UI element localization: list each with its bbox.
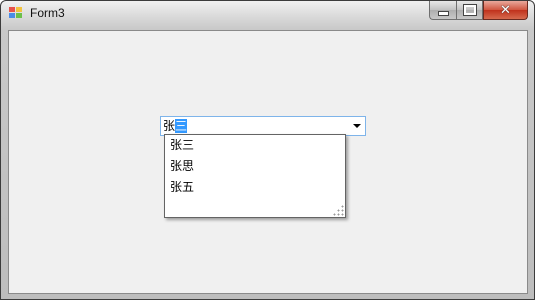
combobox-text[interactable]: 张三	[163, 118, 188, 134]
combobox-typed-text: 张	[163, 119, 176, 133]
name-combobox[interactable]: 张三	[160, 116, 366, 136]
resize-grip-icon[interactable]	[333, 205, 344, 216]
caption-buttons: ✕	[429, 1, 528, 21]
minimize-icon	[437, 10, 449, 16]
close-icon: ✕	[500, 2, 511, 18]
minimize-button[interactable]	[429, 1, 456, 20]
app-icon[interactable]	[9, 7, 23, 20]
combobox-dropdown-list: 张三 张思 张五	[164, 134, 346, 218]
dropdown-item[interactable]: 张三	[165, 135, 345, 156]
dropdown-item[interactable]: 张思	[165, 156, 345, 177]
chevron-down-icon	[352, 124, 361, 128]
close-button[interactable]: ✕	[483, 1, 528, 20]
combobox-selected-text: 三	[175, 119, 188, 133]
dropdown-item[interactable]: 张五	[165, 177, 345, 198]
dropdown-toggle-button[interactable]	[348, 117, 365, 135]
maximize-button[interactable]	[456, 1, 483, 20]
window-title: Form3	[30, 6, 65, 20]
maximize-icon	[462, 4, 477, 16]
title-bar[interactable]: Form3 ✕	[1, 1, 534, 27]
